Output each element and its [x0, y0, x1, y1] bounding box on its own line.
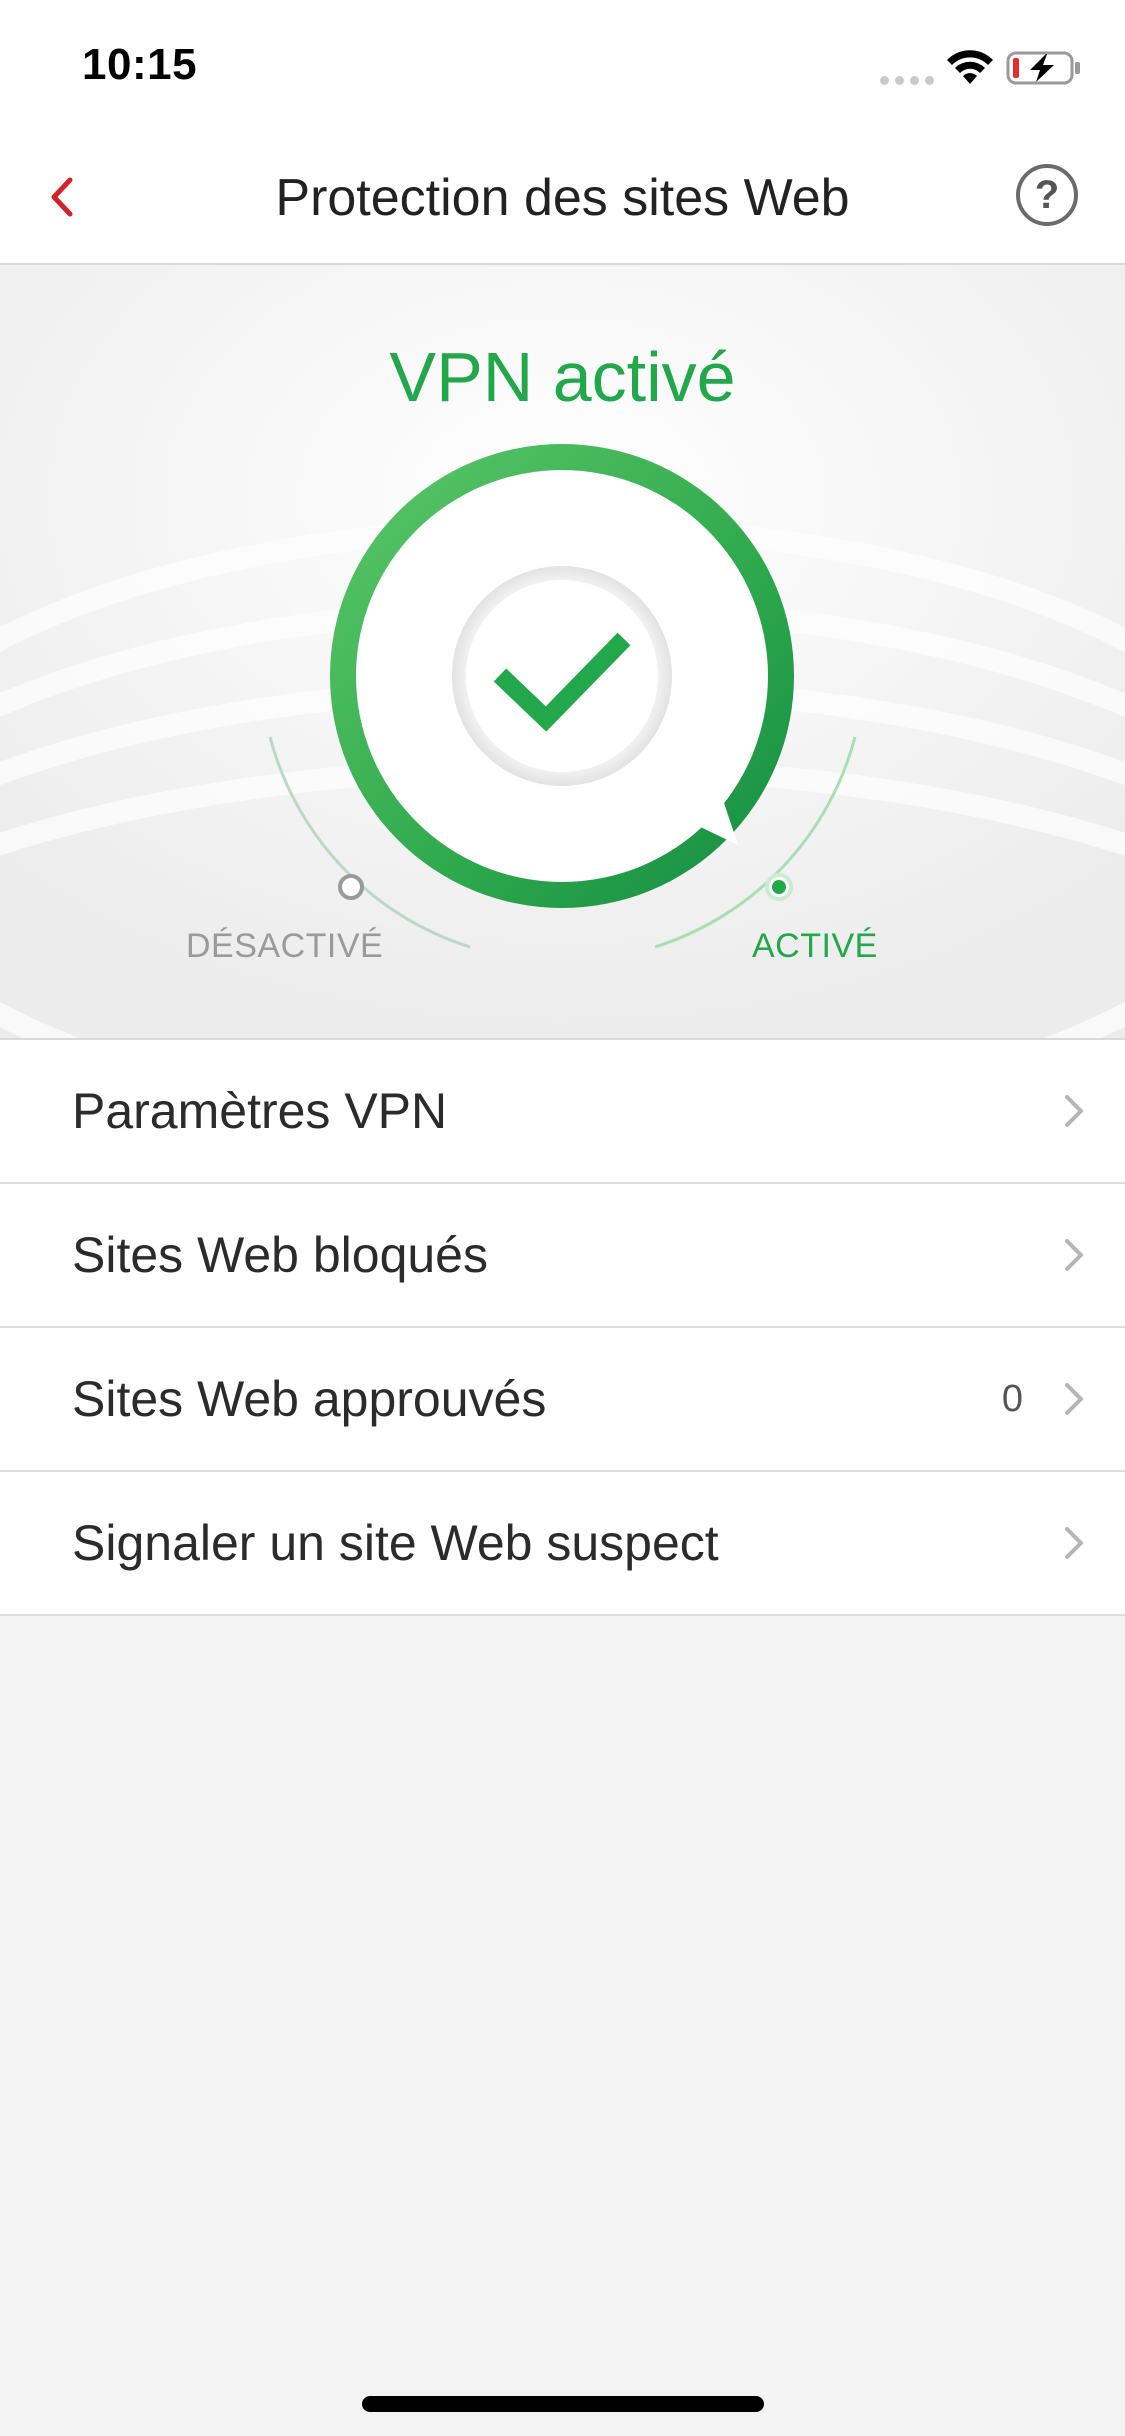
- menu-item-approved-sites[interactable]: Sites Web approuvés 0: [0, 1328, 1125, 1472]
- menu-item-label: Signaler un site Web suspect: [72, 1515, 719, 1571]
- chevron-right-icon: [1065, 1095, 1083, 1127]
- back-button[interactable]: [34, 162, 94, 232]
- chevron-left-icon: [51, 177, 73, 217]
- chevron-right-icon: [1065, 1239, 1083, 1271]
- menu-item-vpn-settings[interactable]: Paramètres VPN: [0, 1040, 1125, 1184]
- wifi-icon: [947, 50, 993, 84]
- signal-dots-icon: [880, 76, 936, 86]
- label-deactivated: DÉSACTIVÉ: [186, 927, 384, 965]
- help-button[interactable]: ?: [1016, 164, 1078, 226]
- off-position-dot: [338, 874, 364, 900]
- menu-item-label: Sites Web bloqués: [72, 1227, 488, 1283]
- menu-item-label: Paramètres VPN: [72, 1083, 448, 1139]
- vpn-toggle-dial[interactable]: [0, 267, 1125, 1038]
- status-time: 10:15: [82, 40, 198, 89]
- menu-item-report-suspicious-site[interactable]: Signaler un site Web suspect: [0, 1472, 1125, 1616]
- vpn-status-panel: VPN activé DÉSACTIVÉ ACTIVÉ: [0, 267, 1125, 1038]
- app-screen: 10:15 Protection des sites Web ? VPN act…: [0, 0, 1125, 2436]
- menu-item-blocked-sites[interactable]: Sites Web bloqués: [0, 1184, 1125, 1328]
- page-title: Protection des sites Web: [275, 169, 850, 227]
- settings-list: Paramètres VPN Sites Web bloqués Sites W…: [0, 1038, 1125, 1616]
- approved-sites-count: 0: [1001, 1377, 1023, 1420]
- chevron-right-icon: [1065, 1383, 1083, 1415]
- home-indicator[interactable]: [362, 2396, 764, 2412]
- label-activated: ACTIVÉ: [752, 927, 878, 965]
- chevron-right-icon: [1065, 1527, 1083, 1559]
- menu-item-label: Sites Web approuvés: [72, 1371, 547, 1427]
- help-icon: ?: [1034, 172, 1060, 217]
- battery-charging-icon: [1006, 51, 1080, 85]
- status-bar: 10:15: [0, 0, 1125, 132]
- navigation-bar: Protection des sites Web ?: [0, 132, 1125, 265]
